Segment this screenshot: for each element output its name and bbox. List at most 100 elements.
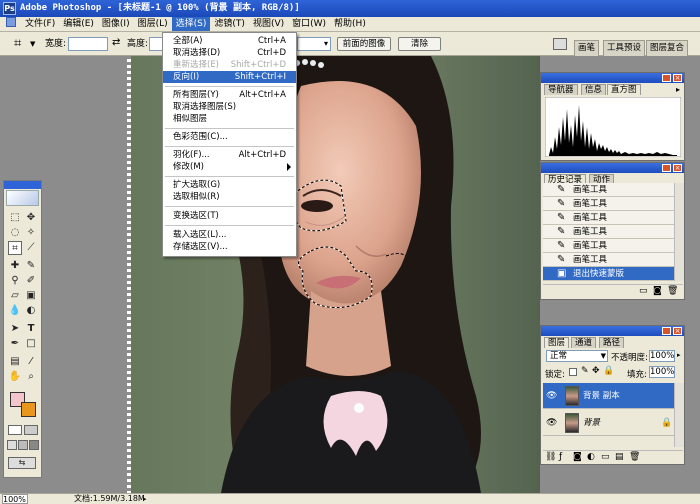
minimize-icon[interactable]: _ [662, 164, 671, 172]
zoom-tool-icon[interactable]: ⌕ [24, 370, 38, 384]
move-tool-icon[interactable]: ✥ [24, 211, 38, 225]
new-layer-icon[interactable]: ▤ [615, 452, 624, 462]
screen-mode-menu-icon[interactable] [18, 440, 28, 450]
trash-icon[interactable]: 🗑 [667, 286, 678, 296]
crop-tool-icon[interactable]: ⌗ [8, 241, 22, 255]
hand-tool-icon[interactable]: ✋ [8, 370, 22, 384]
lock-position-icon[interactable]: ✥ [592, 366, 600, 376]
toolbox-header[interactable] [4, 181, 41, 189]
eraser-tool-icon[interactable]: ▱ [8, 289, 22, 303]
history-item[interactable]: ✎ 画笔工具 [543, 211, 674, 225]
tab-channels[interactable]: 通道 [571, 337, 597, 348]
standard-mode-icon[interactable] [8, 425, 22, 435]
menu-item-select-all[interactable]: 全部(A) Ctrl+A [163, 35, 296, 47]
slice-tool-icon[interactable]: ⟋ [24, 241, 38, 255]
layers-scrollbar[interactable] [674, 383, 684, 447]
history-item[interactable]: ✎ 画笔工具 [543, 253, 674, 267]
minimize-icon[interactable]: _ [662, 74, 671, 82]
tab-brushes[interactable]: 画笔 [574, 40, 600, 56]
blur-tool-icon[interactable]: 💧 [8, 304, 22, 318]
history-item-selected[interactable]: ▣ 退出快速蒙版 [543, 267, 674, 281]
menu-item-deselect[interactable]: 取消选择(D) Ctrl+D [163, 47, 296, 59]
pen-tool-icon[interactable]: ✒ [8, 337, 22, 351]
swap-arrows-icon[interactable]: ⇄ [112, 37, 120, 48]
menu-help[interactable]: 帮助(H) [330, 17, 370, 31]
menu-item-save-selection[interactable]: 存储选区(V)... [163, 241, 296, 253]
menu-image[interactable]: 图像(I) [98, 17, 134, 31]
tab-histogram[interactable]: 直方图 [607, 84, 641, 95]
tab-layer-comps[interactable]: 图层复合 [646, 40, 689, 56]
lock-transparency-icon[interactable] [569, 368, 577, 376]
front-image-button[interactable]: 前面的图像 [337, 37, 391, 51]
menu-layer[interactable]: 图层(L) [134, 17, 172, 31]
tab-paths[interactable]: 路径 [599, 337, 625, 348]
opacity-input[interactable]: 100% [649, 350, 675, 362]
lock-all-icon[interactable]: 🔒 [603, 366, 614, 376]
snapshot-icon[interactable]: ◙ [653, 286, 662, 296]
menu-select[interactable]: 选择(S) [171, 17, 211, 31]
eyedropper-icon[interactable]: ⁄ [24, 355, 38, 369]
menu-edit[interactable]: 编辑(E) [59, 17, 98, 31]
status-menu-arrow-icon[interactable]: ▸ [143, 494, 147, 504]
path-selection-icon[interactable]: ➤ [8, 322, 22, 336]
magic-wand-icon[interactable]: ✧ [24, 226, 38, 240]
tab-navigator[interactable]: 导航器 [544, 84, 578, 95]
shape-tool-icon[interactable]: □ [24, 337, 38, 351]
layer-mask-icon[interactable]: ◙ [573, 452, 582, 462]
menu-item-all-layers[interactable]: 所有图层(Y) Alt+Ctrl+A [163, 89, 296, 101]
zoom-level[interactable]: 100% [2, 494, 28, 504]
height-input[interactable] [149, 37, 163, 51]
menu-file[interactable]: 文件(F) [21, 17, 59, 31]
layer-row-background-copy[interactable]: 👁 背景 副本 [543, 383, 679, 409]
close-icon[interactable]: × [673, 164, 682, 172]
menu-item-grow[interactable]: 扩大选取(G) [163, 179, 296, 191]
menu-item-feather[interactable]: 羽化(F)... Alt+Ctrl+D [163, 149, 296, 161]
menu-window[interactable]: 窗口(W) [288, 17, 330, 31]
menu-item-modify[interactable]: 修改(M) [163, 161, 296, 173]
link-layers-icon[interactable]: ⛓ [545, 452, 556, 462]
panel-menu-icon[interactable]: ▸ [676, 85, 680, 94]
new-document-icon[interactable]: ▭ [639, 286, 648, 296]
chevron-down-icon[interactable]: ▼ [30, 40, 35, 48]
history-item[interactable]: ✎ 画笔工具 [543, 239, 674, 253]
dodge-tool-icon[interactable]: ◐ [24, 304, 38, 318]
eye-visibility-icon[interactable]: 👁 [546, 383, 557, 409]
eye-visibility-icon[interactable]: 👁 [546, 410, 557, 436]
close-icon[interactable]: × [673, 327, 682, 335]
trash-icon[interactable]: 🗑 [629, 452, 640, 462]
opacity-slider-arrow-icon[interactable]: ▸ [677, 351, 681, 359]
background-color-swatch[interactable] [21, 402, 36, 417]
menu-item-transform-selection[interactable]: 变换选区(T) [163, 210, 296, 222]
minimize-icon[interactable]: _ [662, 327, 671, 335]
tab-tool-presets[interactable]: 工具预设 [603, 40, 646, 56]
screen-mode-full-icon[interactable] [29, 440, 39, 450]
brush-tool-icon[interactable]: ✎ [24, 259, 38, 273]
menu-filter[interactable]: 滤镜(T) [210, 17, 249, 31]
layer-row-background[interactable]: 👁 背景 🔒 [543, 410, 679, 436]
gradient-tool-icon[interactable]: ▣ [24, 289, 38, 303]
lasso-tool-icon[interactable]: ◌ [8, 226, 22, 240]
marquee-tool-icon[interactable]: ⬚ [8, 211, 22, 225]
history-brush-icon[interactable]: ✐ [24, 274, 38, 288]
history-scrollbar[interactable] [674, 183, 684, 281]
menu-item-inverse[interactable]: 反向(I) Shift+Ctrl+I [163, 71, 296, 83]
tab-info[interactable]: 信息 [581, 84, 607, 95]
close-icon[interactable]: × [673, 74, 682, 82]
menu-item-color-range[interactable]: 色彩范围(C)... [163, 131, 296, 143]
type-tool-icon[interactable]: T [24, 322, 38, 336]
width-input[interactable] [68, 37, 108, 51]
menu-item-similar[interactable]: 选取相似(R) [163, 191, 296, 203]
palette-well-icon[interactable] [553, 38, 567, 50]
layer-style-icon[interactable]: ƒ [559, 452, 562, 462]
new-group-icon[interactable]: ▭ [601, 452, 610, 462]
quick-mask-mode-icon[interactable] [24, 425, 38, 435]
lock-paint-icon[interactable]: ✎ [581, 366, 589, 376]
clear-button[interactable]: 清除 [398, 37, 441, 51]
adobe-feather-icon[interactable] [6, 190, 39, 206]
healing-brush-icon[interactable]: ✚ [8, 259, 22, 273]
notes-tool-icon[interactable]: ▤ [8, 355, 22, 369]
menu-item-load-selection[interactable]: 载入选区(L)... [163, 229, 296, 241]
history-item[interactable]: ✎ 画笔工具 [543, 183, 674, 197]
resolution-unit-select[interactable]: ▾ [297, 37, 331, 51]
menu-app-icon[interactable] [2, 17, 21, 31]
